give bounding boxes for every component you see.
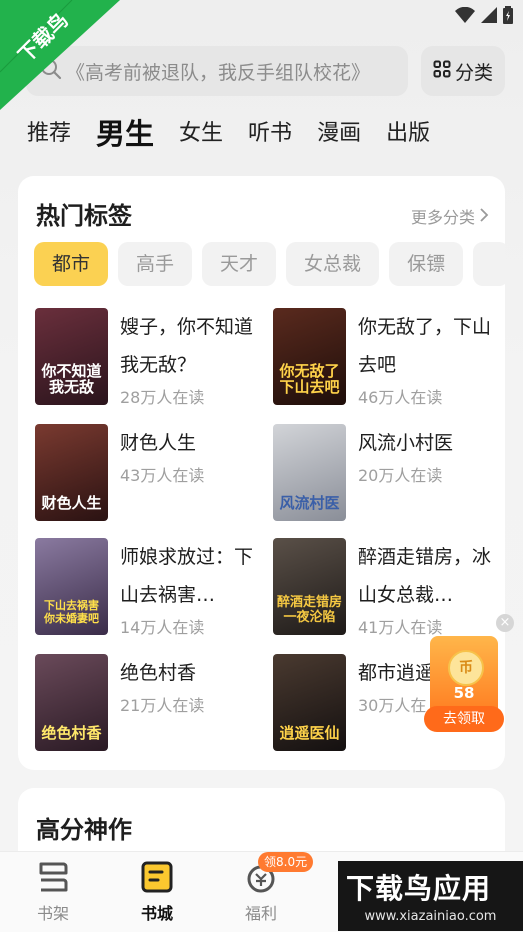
chevron-right-icon: [479, 207, 489, 226]
nav-label: 书城: [140, 904, 173, 923]
nav-label: 书架: [36, 904, 69, 923]
tag-chip[interactable]: 女总裁: [286, 242, 380, 286]
book-title: 财色人生: [120, 432, 197, 454]
book-title: 绝色村香: [120, 662, 197, 684]
book-item[interactable]: 绝色村香 绝色村香 21万人在读: [35, 654, 255, 764]
cover-title: 你无敌了下山去吧: [279, 362, 340, 396]
book-item[interactable]: 你无敌了下山去吧 你无敌了，下山去吧 46万人在读: [273, 308, 493, 418]
coin-icon: 币: [448, 650, 484, 686]
book-item[interactable]: 醉酒走错房 一夜沦陷 醉酒走错房，冰山女总裁… 41万人在读: [273, 538, 493, 648]
channel-tabs: 推荐 男生 女生 听书 漫画 出版: [27, 114, 455, 154]
book-readers: 46万人在读: [358, 388, 443, 407]
book-readers: 41万人在读: [358, 618, 443, 637]
book-readers: 30万人在: [358, 696, 427, 715]
grid-icon: [433, 60, 451, 83]
welfare-icon: [244, 865, 278, 898]
book-cover: 醉酒走错房 一夜沦陷: [273, 538, 346, 635]
nav-bookstore[interactable]: 书城: [112, 860, 202, 924]
bottom-watermark: 下载鸟应用 www.xiazainiao.com: [338, 861, 523, 931]
tab-male[interactable]: 男生: [96, 114, 154, 154]
more-categories-link[interactable]: 更多分类: [411, 204, 489, 228]
nav-bookshelf[interactable]: 书架: [8, 860, 98, 924]
tab-comics[interactable]: 漫画: [317, 114, 361, 154]
more-label: 更多分类: [410, 208, 475, 227]
high-score-title: 高分神作: [36, 816, 132, 844]
tag-chip-partial[interactable]: [473, 242, 505, 286]
reward-float[interactable]: 币 58 去领取: [424, 636, 504, 732]
tag-chip[interactable]: 高手: [118, 242, 193, 286]
claim-button[interactable]: 去领取: [424, 706, 504, 732]
hot-tags-title: 热门标签: [36, 202, 132, 230]
watermark-brand: 下载鸟应用: [346, 872, 492, 905]
book-cover: 你无敌了下山去吧: [273, 308, 346, 405]
signal-icon: [481, 7, 497, 27]
tab-publishing[interactable]: 出版: [386, 114, 430, 154]
category-label: 分类: [454, 61, 493, 84]
tab-recommend[interactable]: 推荐: [27, 114, 71, 154]
wifi-icon: [455, 6, 475, 27]
book-readers: 20万人在读: [358, 466, 443, 485]
reward-value: 58: [453, 684, 475, 702]
book-readers: 21万人在读: [120, 696, 205, 715]
tag-chip[interactable]: 都市: [34, 242, 109, 286]
book-title: 醉酒走错房，冰山女总裁…: [358, 546, 492, 606]
book-title: 嫂子，你不知道我无敌？: [120, 316, 254, 376]
book-cover: 财色人生: [35, 424, 108, 521]
reward-close-button[interactable]: ×: [496, 614, 514, 632]
cover-title: 醉酒走错房 一夜沦陷: [277, 595, 343, 625]
bookstore-icon: [140, 861, 174, 898]
cover-title: 你不知道我无敌: [41, 362, 102, 396]
book-cover: 下山去祸害你未婚妻吧: [35, 538, 108, 635]
book-readers: 28万人在读: [120, 388, 205, 407]
battery-icon: [503, 6, 513, 28]
book-cover: 你不知道我无敌: [35, 308, 108, 405]
nav-label: 福利: [244, 904, 277, 923]
book-title: 风流小村医: [358, 432, 454, 454]
tag-row: 都市 高手 天才 女总裁 保镖: [34, 242, 505, 286]
cover-title: 财色人生: [41, 494, 102, 512]
tab-audiobook[interactable]: 听书: [248, 114, 292, 154]
book-item[interactable]: 下山去祸害你未婚妻吧 师娘求放过：下山去祸害… 14万人在读: [35, 538, 255, 648]
cover-title: 逍遥医仙: [279, 724, 340, 742]
book-title: 师娘求放过：下山去祸害…: [120, 546, 254, 606]
book-readers: 43万人在读: [120, 466, 205, 485]
cover-title: 下山去祸害你未婚妻吧: [44, 599, 99, 625]
tag-chip[interactable]: 天才: [202, 242, 277, 286]
tag-chip[interactable]: 保镖: [389, 242, 464, 286]
category-button[interactable]: 分类: [421, 46, 505, 96]
book-item[interactable]: 财色人生 财色人生 43万人在读: [35, 424, 255, 534]
book-item[interactable]: 你不知道我无敌 嫂子，你不知道我无敌？ 28万人在读: [35, 308, 255, 418]
corner-watermark-ribbon: 下载鸟: [0, 0, 120, 110]
book-cover: 逍遥医仙: [273, 654, 346, 751]
book-readers: 14万人在读: [120, 618, 205, 637]
tab-female[interactable]: 女生: [179, 114, 223, 154]
watermark-url: www.xiazainiao.com: [364, 909, 497, 924]
welfare-badge: 领8.0元: [258, 852, 314, 872]
book-item[interactable]: 风流村医 风流小村医 20万人在读: [273, 424, 493, 534]
book-cover: 风流村医: [273, 424, 346, 521]
book-cover: 绝色村香: [35, 654, 108, 751]
book-title: 你无敌了，下山去吧: [358, 316, 492, 376]
cover-title: 绝色村香: [41, 724, 102, 742]
bookshelf-icon: [36, 862, 70, 898]
cover-title: 风流村医: [279, 494, 340, 512]
